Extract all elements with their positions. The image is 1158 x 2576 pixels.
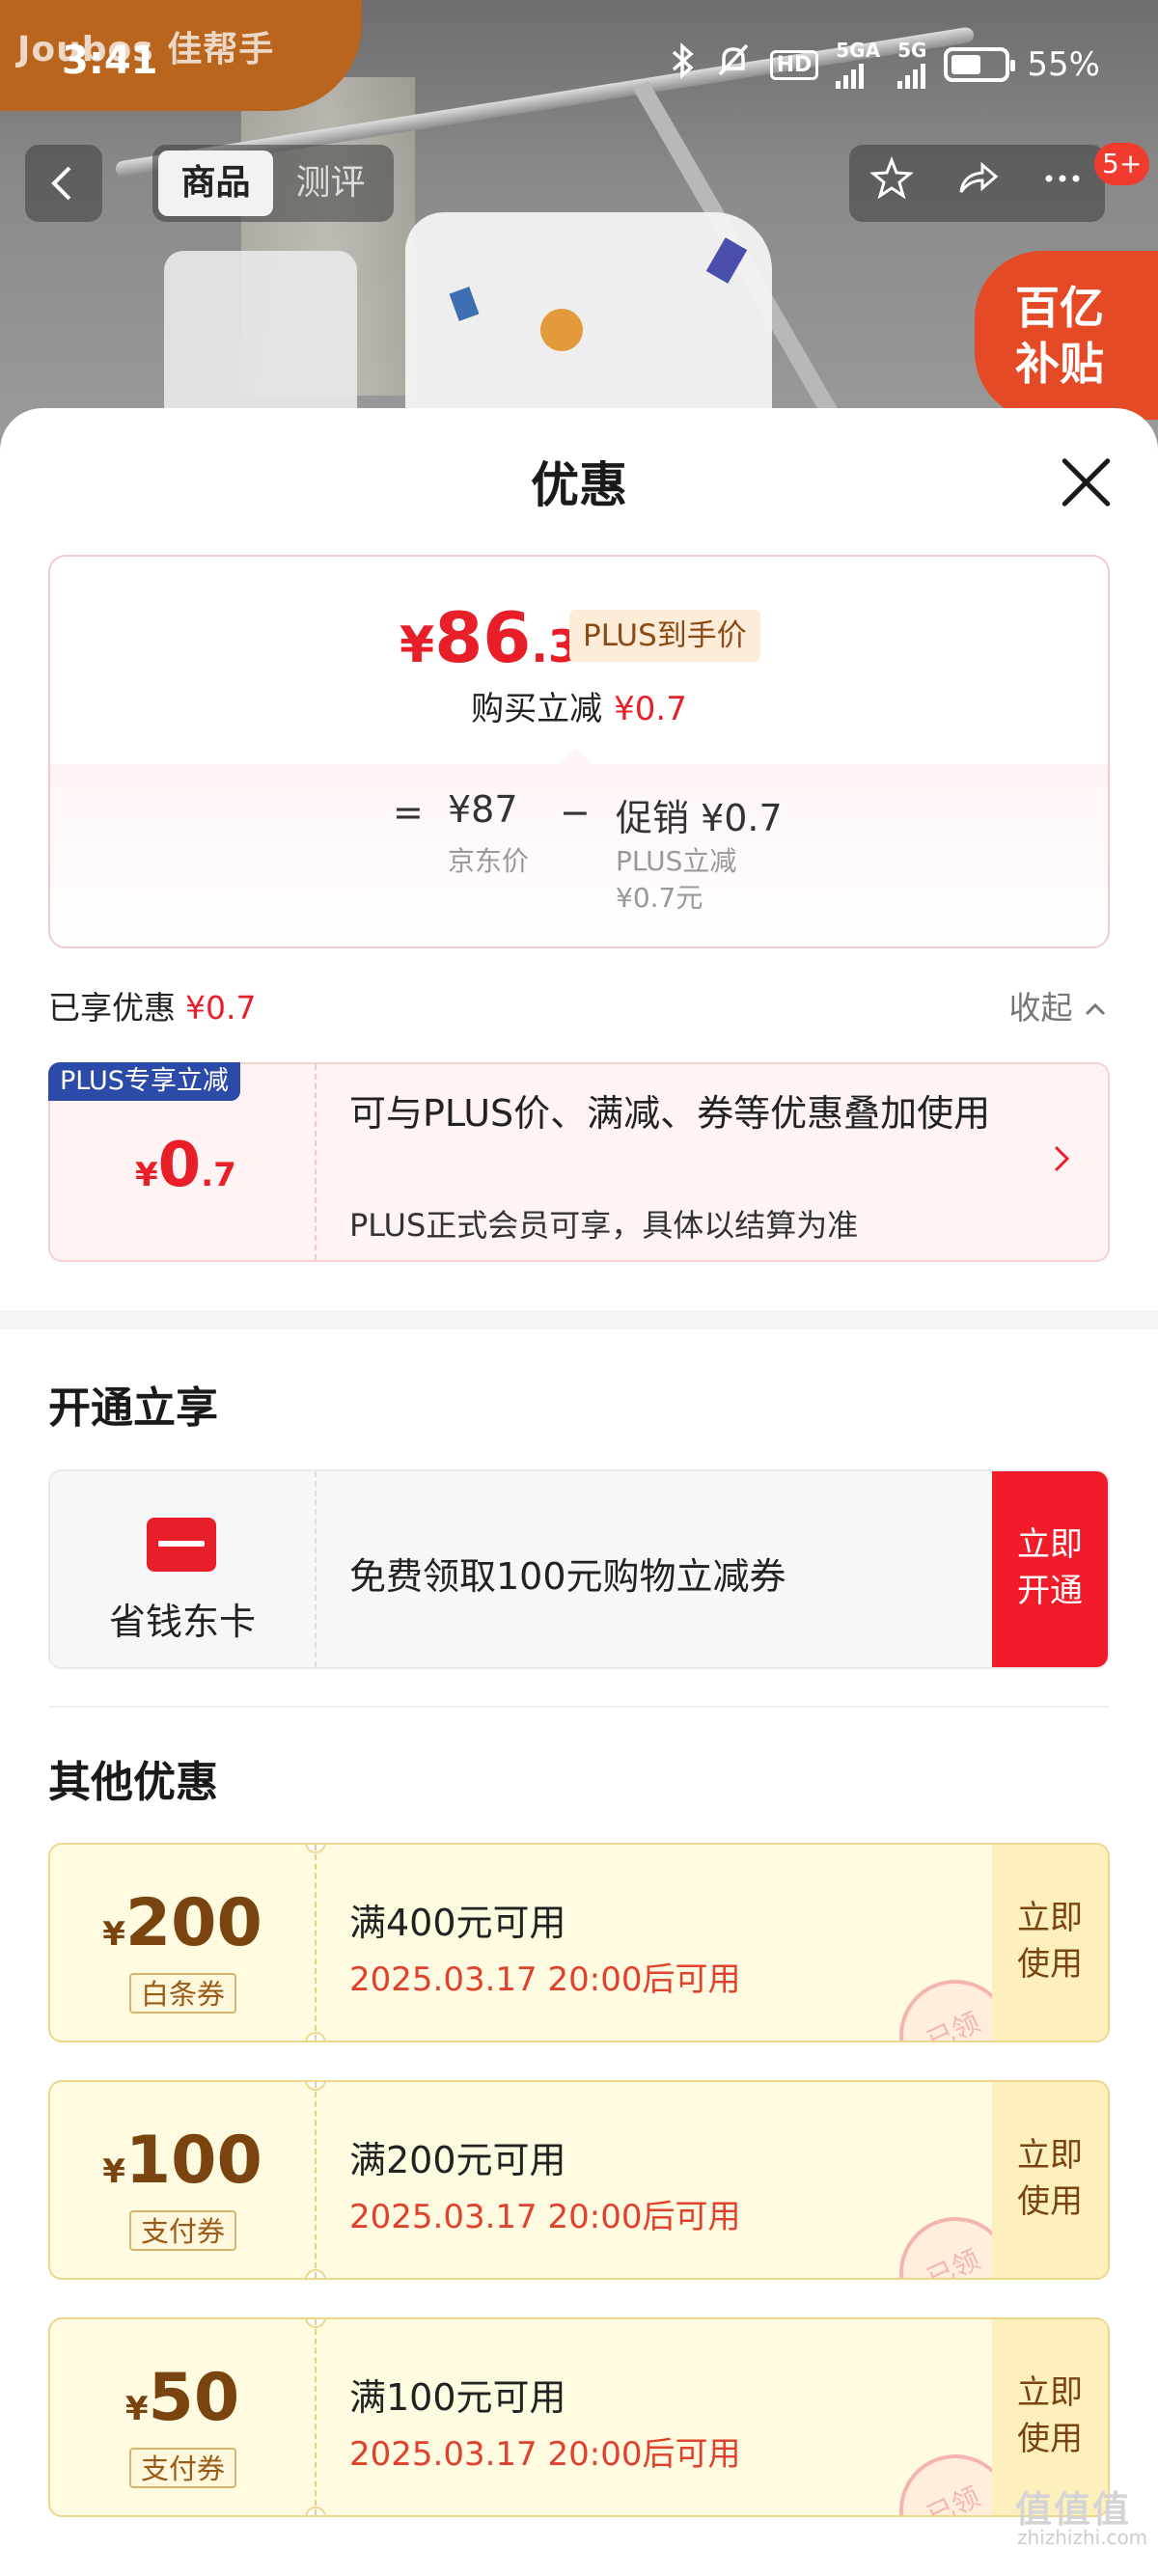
back-button[interactable] [25, 145, 102, 222]
divider [48, 1706, 1110, 1708]
notification-badge: 5+ [1094, 143, 1150, 185]
coupon-type: 支付券 [129, 2448, 237, 2488]
section-divider [0, 1310, 1158, 1329]
promo-sub-value: ¥0.7元 [616, 882, 703, 914]
status-bar: 3:41 HD 5GA 5G 55% [0, 0, 1158, 111]
coupon-time: 2025.03.17 20:00后可用 [349, 2435, 741, 2474]
battery-percent: 55% [1027, 45, 1100, 84]
card-name: 省钱东卡 [108, 1601, 256, 1643]
coupon-amount: ¥100 [102, 2123, 262, 2199]
coupon-amount: ¥50 [124, 2360, 240, 2436]
tab-review[interactable]: 测评 [273, 151, 388, 216]
watermark-site: zhizhizhi.com [1017, 2526, 1148, 2549]
plus-discount-amount: ¥0.7 [135, 1130, 236, 1201]
coupon-amount: ¥200 [102, 1885, 262, 1961]
watermark-logo: 值值值 [1015, 2488, 1132, 2531]
coupon-card: ¥200 白条券 满400元可用 2025.03.17 20:00后可用 已领 … [48, 1843, 1110, 2042]
hanging-shirt [164, 251, 357, 425]
other-section-title: 其他优惠 [48, 1758, 218, 1807]
plus-card-description: 可与PLUS价、满减、券等优惠叠加使用 [349, 1092, 991, 1135]
status-time: 3:41 [62, 39, 158, 83]
card-offer-description: 免费领取100元购物立减券 [349, 1555, 786, 1598]
final-price: ¥86.3 [400, 597, 579, 678]
tab-product[interactable]: 商品 [158, 151, 273, 216]
use-now-button[interactable]: 立即 使用 [992, 2082, 1108, 2278]
coupon-card: ¥100 支付券 满200元可用 2025.03.17 20:00后可用 已领 … [48, 2080, 1110, 2280]
open-now-button[interactable]: 立即 开通 [992, 1471, 1108, 1667]
plus-card-note: PLUS正式会员可享，具体以结算为准 [349, 1207, 859, 1244]
signal-2: 5G [897, 41, 926, 89]
product-tabs: 商品 测评 [152, 145, 394, 222]
promo-sub-label: PLUS立减 [616, 845, 737, 877]
enjoyed-discount: 已享优惠 ¥0.7 [48, 989, 257, 1027]
price-summary-card: ¥86.3 PLUS到手价 购买立减 ¥0.7 = ¥87 京东价 − 促销 ¥0… [48, 555, 1110, 948]
chevron-left-icon [51, 166, 71, 201]
hd-badge: HD [769, 49, 819, 80]
coupon-condition: 满200元可用 [349, 2139, 566, 2181]
card-icon [147, 1518, 216, 1572]
plus-tag: PLUS专享立减 [48, 1062, 240, 1101]
base-price-label: 京东价 [448, 845, 530, 877]
promo-value: 促销 ¥0.7 [616, 797, 783, 839]
cloth-pattern [540, 309, 583, 351]
discount-sheet: 优惠 ¥86.3 PLUS到手价 购买立减 ¥0.7 = ¥87 京东价 − 促销… [0, 408, 1158, 2576]
use-now-button[interactable]: 立即 使用 [992, 1845, 1108, 2041]
more-icon[interactable] [1039, 155, 1086, 211]
signal-1: 5GA [836, 41, 880, 89]
instant-discount: 购买立减 ¥0.7 [471, 690, 687, 728]
minus-sign: − [560, 791, 591, 834]
jd-card-offer: 省钱东卡 免费领取100元购物立减券 立即 开通 [48, 1469, 1110, 1669]
plus-discount-card[interactable]: PLUS专享立减 ¥0.7 可与PLUS价、满减、券等优惠叠加使用 PLUS正式… [48, 1062, 1110, 1262]
star-icon[interactable] [868, 155, 915, 211]
close-icon[interactable] [1057, 453, 1115, 511]
chevron-right-icon [1050, 1139, 1073, 1188]
coupon-time: 2025.03.17 20:00后可用 [349, 1960, 741, 1999]
collapse-button[interactable]: 收起 [1009, 982, 1109, 1028]
coupon-condition: 满100元可用 [349, 2376, 566, 2419]
subsidy-badge: 百亿 补贴 [975, 251, 1158, 420]
coupon-card: ¥50 支付券 满100元可用 2025.03.17 20:00后可用 已领 立… [48, 2317, 1110, 2517]
equals-sign: = [393, 791, 424, 834]
plus-price-tag: PLUS到手价 [569, 610, 760, 662]
sheet-title: 优惠 [531, 457, 627, 513]
coupon-time: 2025.03.17 20:00后可用 [349, 2198, 741, 2236]
coupon-condition: 满400元可用 [349, 1902, 566, 1944]
chevron-up-icon [1085, 1002, 1106, 1016]
nav-actions [849, 145, 1105, 222]
share-icon[interactable] [953, 155, 1000, 211]
coupon-type: 白条券 [129, 1973, 237, 2014]
battery-icon [944, 47, 1016, 82]
mute-bell-icon [714, 41, 753, 89]
bluetooth-icon [670, 41, 697, 88]
base-price: ¥87 [448, 788, 518, 831]
open-section-title: 开通立享 [48, 1384, 218, 1433]
status-icons: HD 5GA 5G 55% [670, 41, 1100, 89]
coupon-type: 支付券 [129, 2210, 237, 2251]
